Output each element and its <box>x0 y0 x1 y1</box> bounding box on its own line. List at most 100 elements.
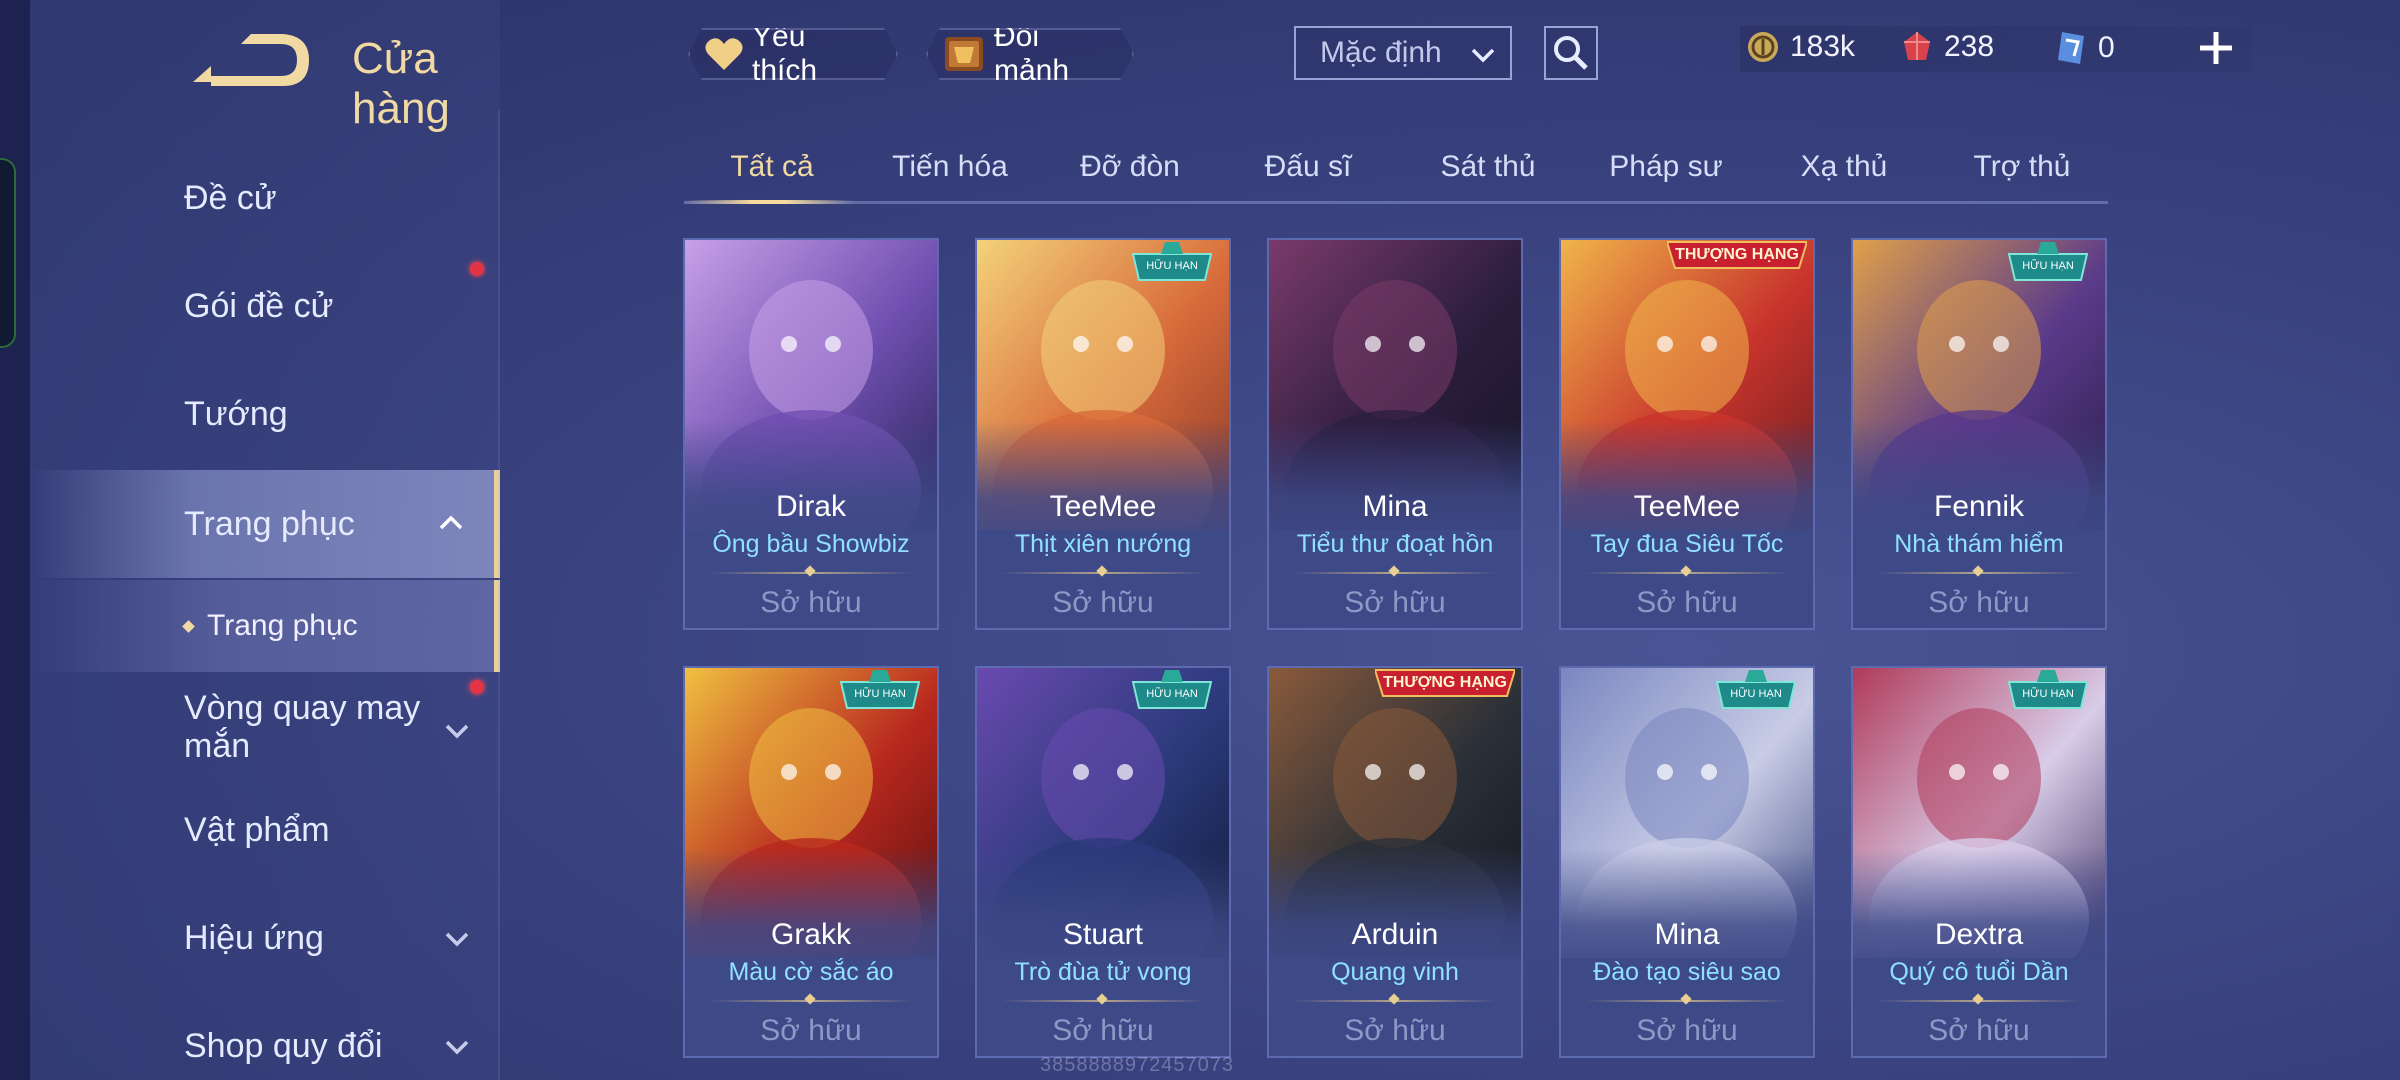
sidebar-item-featured[interactable]: Đề cử <box>30 148 500 248</box>
sidebar-item-heroes[interactable]: Tướng <box>30 364 500 464</box>
sidebar-item-effects[interactable]: Hiệu ứng <box>30 888 500 988</box>
sort-value: Mặc định <box>1320 36 1442 69</box>
tab-marksman[interactable]: Xạ thủ <box>1756 150 1932 184</box>
limited-badge-label: HỮU HẠN <box>2022 688 2074 700</box>
card-divider <box>709 572 913 574</box>
sidebar-item-label: Hiệu ứng <box>184 919 324 957</box>
page-title: Cửa hàng <box>352 34 450 133</box>
limited-badge: HỮU HẠN <box>835 668 925 712</box>
chevron-down-icon <box>445 1040 469 1055</box>
hero-name: TeeMee <box>1633 490 1741 523</box>
sidebar-item-label: Vật phẩm <box>184 811 330 849</box>
tab-fighter[interactable]: Đấu sĩ <box>1220 150 1396 184</box>
sidebar-item-exchange-shop[interactable]: Shop quy đổi <box>30 996 500 1080</box>
voucher-amount: 238 <box>1944 30 1995 63</box>
sidebar-item-label: Vòng quay may mắn <box>184 689 421 765</box>
card-divider <box>1001 1000 1205 1002</box>
owned-status: Sở hữu <box>1928 586 2030 619</box>
owned-status: Sở hữu <box>1344 586 1446 619</box>
skin-name: Ông bầu Showbiz <box>712 530 910 558</box>
limited-badge-label: HỮU HẠN <box>1730 688 1782 700</box>
screen-edge <box>0 0 30 1080</box>
limited-badge-label: HỮU HẠN <box>1146 260 1198 272</box>
tab-evolution[interactable]: Tiến hóa <box>862 150 1038 184</box>
card-divider <box>1293 1000 1497 1002</box>
red-crystal-icon <box>1904 32 1930 60</box>
exchange-fragments-button[interactable]: Đổi mảnh <box>926 28 1134 80</box>
hero-name: Stuart <box>1062 918 1144 951</box>
search-icon <box>1554 36 1588 70</box>
sidebar-item-label: Đề cử <box>184 179 277 217</box>
plus-icon[interactable] <box>2196 28 2236 68</box>
hero-name: Dextra <box>1934 918 2024 951</box>
skin-card[interactable]: Dextra Quý cô tuổi Dần Sở hữu HỮU HẠN <box>1851 666 2107 1058</box>
card-divider <box>709 1000 913 1002</box>
gold-counter: 183k <box>1746 30 1855 64</box>
back-arrow-icon[interactable] <box>185 30 315 92</box>
premium-badge-label: THƯỢNG HẠNG <box>1383 674 1507 691</box>
search-button[interactable] <box>1544 26 1598 80</box>
premium-badge: THƯỢNG HẠNG <box>1373 668 1517 698</box>
skin-name: Tay đua Siêu Tốc <box>1590 530 1784 558</box>
limited-badge-label: HỮU HẠN <box>2022 260 2074 272</box>
sidebar-item-label: Tướng <box>184 395 288 433</box>
hero-name: TeeMee <box>1049 490 1157 523</box>
skin-name: Tiểu thư đoạt hồn <box>1296 530 1494 558</box>
skin-name: Nhà thám hiểm <box>1894 530 2064 558</box>
gold-amount: 183k <box>1790 30 1856 63</box>
owned-status: Sở hữu <box>1928 1014 2030 1047</box>
skin-card[interactable]: Mina Đào tạo siêu sao Sở hữu HỮU HẠN <box>1559 666 1815 1058</box>
tab-mage[interactable]: Pháp sư <box>1578 150 1754 184</box>
tab-all[interactable]: Tất cả <box>684 150 860 184</box>
sidebar-subitem-skins[interactable]: Trang phục <box>30 580 500 672</box>
favorites-label: Yêu thích <box>752 20 818 87</box>
gold-coin-icon <box>1748 32 1778 62</box>
skin-name: Đào tạo siêu sao <box>1593 958 1781 986</box>
skin-card[interactable]: Dirak Ông bầu Showbiz Sở hữu <box>683 238 939 630</box>
sort-dropdown[interactable]: Mặc định <box>1294 26 1512 80</box>
tab-tank[interactable]: Đỡ đòn <box>1042 150 1218 184</box>
sidebar-item-lucky-wheel[interactable]: Vòng quay may mắn <box>30 672 500 782</box>
owned-status: Sở hữu <box>1052 586 1154 619</box>
card-divider <box>1293 572 1497 574</box>
hero-name: Grakk <box>770 918 851 951</box>
hero-name: Dirak <box>775 490 846 523</box>
limited-badge: HỮU HẠN <box>2003 240 2093 284</box>
ticket-counter: 0 <box>2054 30 2115 66</box>
premium-badge-label: THƯỢNG HẠNG <box>1675 246 1799 263</box>
ticket-amount: 0 <box>2098 31 2115 64</box>
hero-name: Mina <box>1654 918 1720 951</box>
sidebar-item-featured-packs[interactable]: Gói đề cử <box>30 256 500 356</box>
card-divider <box>1001 572 1205 574</box>
hero-name: Mina <box>1362 490 1428 523</box>
card-divider <box>1877 572 2081 574</box>
diamond-bullet-icon <box>182 619 195 633</box>
skin-card[interactable]: TeeMee Thịt xiên nướng Sở hữu HỮU HẠN <box>975 238 1231 630</box>
ticket-icon <box>2058 32 2084 64</box>
edge-notch <box>0 158 16 348</box>
limited-badge: HỮU HẠN <box>1711 668 1801 712</box>
skin-card[interactable]: Fennik Nhà thám hiểm Sở hữu HỮU HẠN <box>1851 238 2107 630</box>
skin-card[interactable]: Stuart Trò đùa tử vong Sở hữu HỮU HẠN <box>975 666 1231 1058</box>
skin-card[interactable]: Arduin Quang vinh Sở hữu THƯỢNG HẠNG <box>1267 666 1523 1058</box>
favorites-button[interactable]: Yêu thích <box>688 28 898 80</box>
skin-name: Quang vinh <box>1331 958 1459 986</box>
owned-status: Sở hữu <box>760 586 862 619</box>
sidebar-item-items[interactable]: Vật phẩm <box>30 780 500 880</box>
tab-support[interactable]: Trợ thủ <box>1934 150 2110 184</box>
skin-name: Màu cờ sắc áo <box>728 958 894 986</box>
skin-card[interactable]: Grakk Màu cờ sắc áo Sở hữu HỮU HẠN <box>683 666 939 1058</box>
tab-assassin[interactable]: Sát thủ <box>1400 150 1576 184</box>
skin-card[interactable]: Mina Tiểu thư đoạt hồn Sở hữu <box>1267 238 1523 630</box>
sidebar-item-skins[interactable]: Trang phục <box>30 470 500 578</box>
card-divider <box>1585 572 1789 574</box>
premium-badge: THƯỢNG HẠNG <box>1665 240 1809 270</box>
hero-name: Fennik <box>1933 490 2025 523</box>
sidebar: Cửa hàng Đề cử Gói đề cử Tướng Trang phụ… <box>30 0 500 1080</box>
notification-dot <box>470 680 484 694</box>
skin-name: Quý cô tuổi Dần <box>1889 958 2069 986</box>
skin-card[interactable]: TeeMee Tay đua Siêu Tốc Sở hữu THƯỢNG HẠ… <box>1559 238 1815 630</box>
card-divider <box>1585 1000 1789 1002</box>
owned-status: Sở hữu <box>1636 1014 1738 1047</box>
sidebar-item-label: Shop quy đổi <box>184 1027 383 1065</box>
